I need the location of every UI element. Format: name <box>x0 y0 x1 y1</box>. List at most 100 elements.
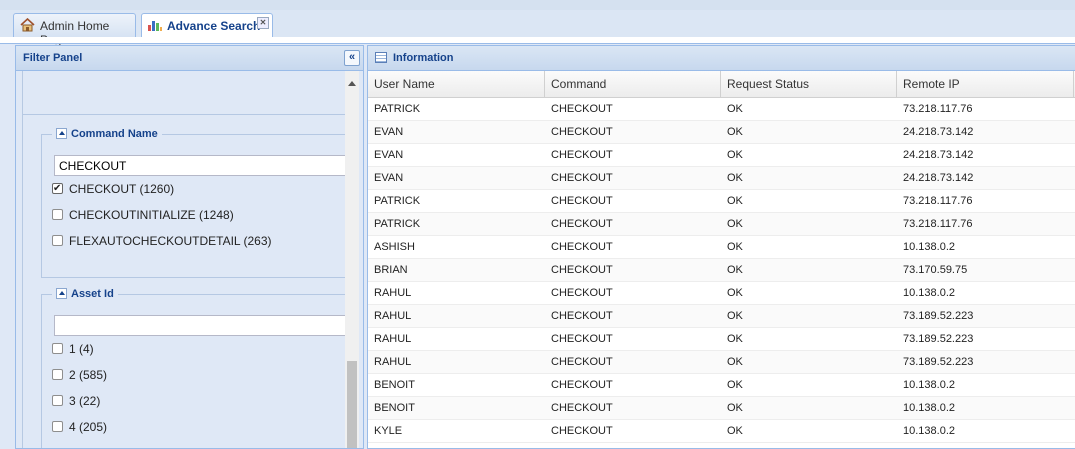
user-name-cell: BRIAN <box>374 264 408 276</box>
table-row[interactable]: PATRICK CHECKOUT OK 73.218.117.76 <box>368 190 1075 213</box>
command-cell: CHECKOUT <box>551 103 613 115</box>
filter-scrollbar[interactable] <box>345 71 359 448</box>
table-row[interactable]: ASHISH CHECKOUT OK 10.138.0.2 <box>368 236 1075 259</box>
column-header-request-status[interactable]: Request Status <box>721 71 897 97</box>
tab-label: Advance Search <box>167 19 261 33</box>
checkbox-checkout[interactable]: CHECKOUT (1260) <box>52 181 174 197</box>
collapse-toggle-icon[interactable] <box>56 127 67 139</box>
user-name-cell: BENOIT <box>374 379 415 391</box>
bar-chart-icon <box>148 21 162 31</box>
checkbox-icon[interactable] <box>52 235 63 247</box>
request-status-cell: OK <box>727 264 743 276</box>
command-cell: CHECKOUT <box>551 425 613 437</box>
user-name-cell: KYLE <box>374 425 403 437</box>
table-row[interactable]: BRIAN CHECKOUT OK 73.170.59.75 <box>368 259 1075 282</box>
table-row[interactable]: RAHUL CHECKOUT OK 73.189.52.223 <box>368 351 1075 374</box>
command-name-fieldset: Command Name CHECKOUT (1260) CHECKOUTINI… <box>41 126 354 278</box>
remote-ip-cell: 10.138.0.2 <box>903 241 955 253</box>
home-icon <box>20 18 35 32</box>
checkbox-asset-2[interactable]: 2 (585) <box>52 367 107 383</box>
table-row[interactable]: PATRICK CHECKOUT OK 73.218.117.76 <box>368 213 1075 236</box>
remote-ip-cell: 73.189.52.223 <box>903 356 974 368</box>
column-header-remote-ip[interactable]: Remote IP <box>897 71 1074 97</box>
checkbox-checked-icon[interactable] <box>52 181 63 197</box>
checkbox-icon[interactable] <box>52 421 63 433</box>
information-panel-header: Information <box>368 46 1075 71</box>
table-row[interactable]: EVAN CHECKOUT OK 24.218.73.142 <box>368 167 1075 190</box>
remote-ip-cell: 10.138.0.2 <box>903 402 955 414</box>
filter-panel-title: Filter Panel <box>23 52 83 64</box>
table-row[interactable]: PATRICK CHECKOUT OK 73.218.117.76 <box>368 98 1075 121</box>
table-row[interactable]: EVAN CHECKOUT OK 24.218.73.142 <box>368 144 1075 167</box>
collapse-left-icon[interactable]: « <box>344 50 360 66</box>
user-name-cell: PATRICK <box>374 195 421 207</box>
request-status-cell: OK <box>727 149 743 161</box>
checkbox-asset-1[interactable]: 1 (4) <box>52 341 94 357</box>
tab-advance-search[interactable]: Advance Search ✕ <box>141 13 273 38</box>
close-icon[interactable]: ✕ <box>257 17 269 29</box>
table-row[interactable]: RAHUL CHECKOUT OK 73.189.52.223 <box>368 328 1075 351</box>
table-row[interactable]: BENOIT CHECKOUT OK 10.138.0.2 <box>368 374 1075 397</box>
table-row[interactable]: KYLE CHECKOUT OK 10.138.0.2 <box>368 420 1075 443</box>
command-cell: CHECKOUT <box>551 241 613 253</box>
column-header-user-name[interactable]: User Name <box>368 71 545 97</box>
table-row[interactable]: RAHUL CHECKOUT OK 73.189.52.223 <box>368 305 1075 328</box>
remote-ip-cell: 73.189.52.223 <box>903 333 974 345</box>
scroll-up-icon[interactable] <box>348 81 356 86</box>
collapse-toggle-icon[interactable] <box>56 287 67 299</box>
information-panel-title: Information <box>393 52 454 64</box>
checkbox-asset-4[interactable]: 4 (205) <box>52 419 107 435</box>
tab-admin-home[interactable]: Admin Home Page <box>13 13 136 47</box>
column-header-command[interactable]: Command <box>545 71 721 97</box>
asset-id-legend[interactable]: Asset Id <box>52 286 118 302</box>
tab-strip <box>0 37 1075 44</box>
checkbox-icon[interactable] <box>52 369 63 381</box>
checkbox-asset-3[interactable]: 3 (22) <box>52 393 100 409</box>
remote-ip-cell: 24.218.73.142 <box>903 149 974 161</box>
command-cell: CHECKOUT <box>551 356 613 368</box>
command-cell: CHECKOUT <box>551 195 613 207</box>
request-status-cell: OK <box>727 425 743 437</box>
request-status-cell: OK <box>727 195 743 207</box>
remote-ip-cell: 10.138.0.2 <box>903 425 955 437</box>
table-row[interactable]: BENOIT CHECKOUT OK 10.138.0.2 <box>368 397 1075 420</box>
checkbox-icon[interactable] <box>52 395 63 407</box>
tab-bar: Admin Home Page Advance Search ✕ <box>0 10 1075 47</box>
user-name-cell: PATRICK <box>374 103 421 115</box>
checkbox-flexautocheckoutdetail[interactable]: FLEXAUTOCHECKOUTDETAIL (263) <box>52 233 272 249</box>
filter-body: Command Name CHECKOUT (1260) CHECKOUTINI… <box>22 71 354 448</box>
remote-ip-cell: 73.218.117.76 <box>903 195 973 207</box>
remote-ip-cell: 73.218.117.76 <box>903 103 973 115</box>
user-name-cell: EVAN <box>374 126 404 138</box>
checkbox-icon[interactable] <box>52 209 63 221</box>
command-cell: CHECKOUT <box>551 149 613 161</box>
request-status-cell: OK <box>727 310 743 322</box>
user-name-cell: RAHUL <box>374 287 412 299</box>
divider <box>23 114 345 115</box>
request-status-cell: OK <box>727 356 743 368</box>
checkbox-icon[interactable] <box>52 343 63 355</box>
command-name-input[interactable] <box>54 155 354 176</box>
request-status-cell: OK <box>727 103 743 115</box>
request-status-cell: OK <box>727 126 743 138</box>
asset-id-input[interactable] <box>54 315 354 336</box>
command-cell: CHECKOUT <box>551 287 613 299</box>
remote-ip-cell: 10.138.0.2 <box>903 287 955 299</box>
user-name-cell: EVAN <box>374 172 404 184</box>
table-row[interactable]: EVAN CHECKOUT OK 24.218.73.142 <box>368 121 1075 144</box>
command-cell: CHECKOUT <box>551 218 613 230</box>
request-status-cell: OK <box>727 241 743 253</box>
checkbox-checkoutinitialize[interactable]: CHECKOUTINITIALIZE (1248) <box>52 207 234 223</box>
user-name-cell: RAHUL <box>374 310 412 322</box>
user-name-cell: RAHUL <box>374 356 412 368</box>
command-name-legend[interactable]: Command Name <box>52 126 162 142</box>
command-cell: CHECKOUT <box>551 172 613 184</box>
table-row[interactable]: RAHUL CHECKOUT OK 10.138.0.2 <box>368 282 1075 305</box>
remote-ip-cell: 73.189.52.223 <box>903 310 974 322</box>
remote-ip-cell: 24.218.73.142 <box>903 126 974 138</box>
request-status-cell: OK <box>727 402 743 414</box>
command-cell: CHECKOUT <box>551 310 613 322</box>
request-status-cell: OK <box>727 333 743 345</box>
request-status-cell: OK <box>727 287 743 299</box>
scroll-thumb[interactable] <box>347 361 357 448</box>
